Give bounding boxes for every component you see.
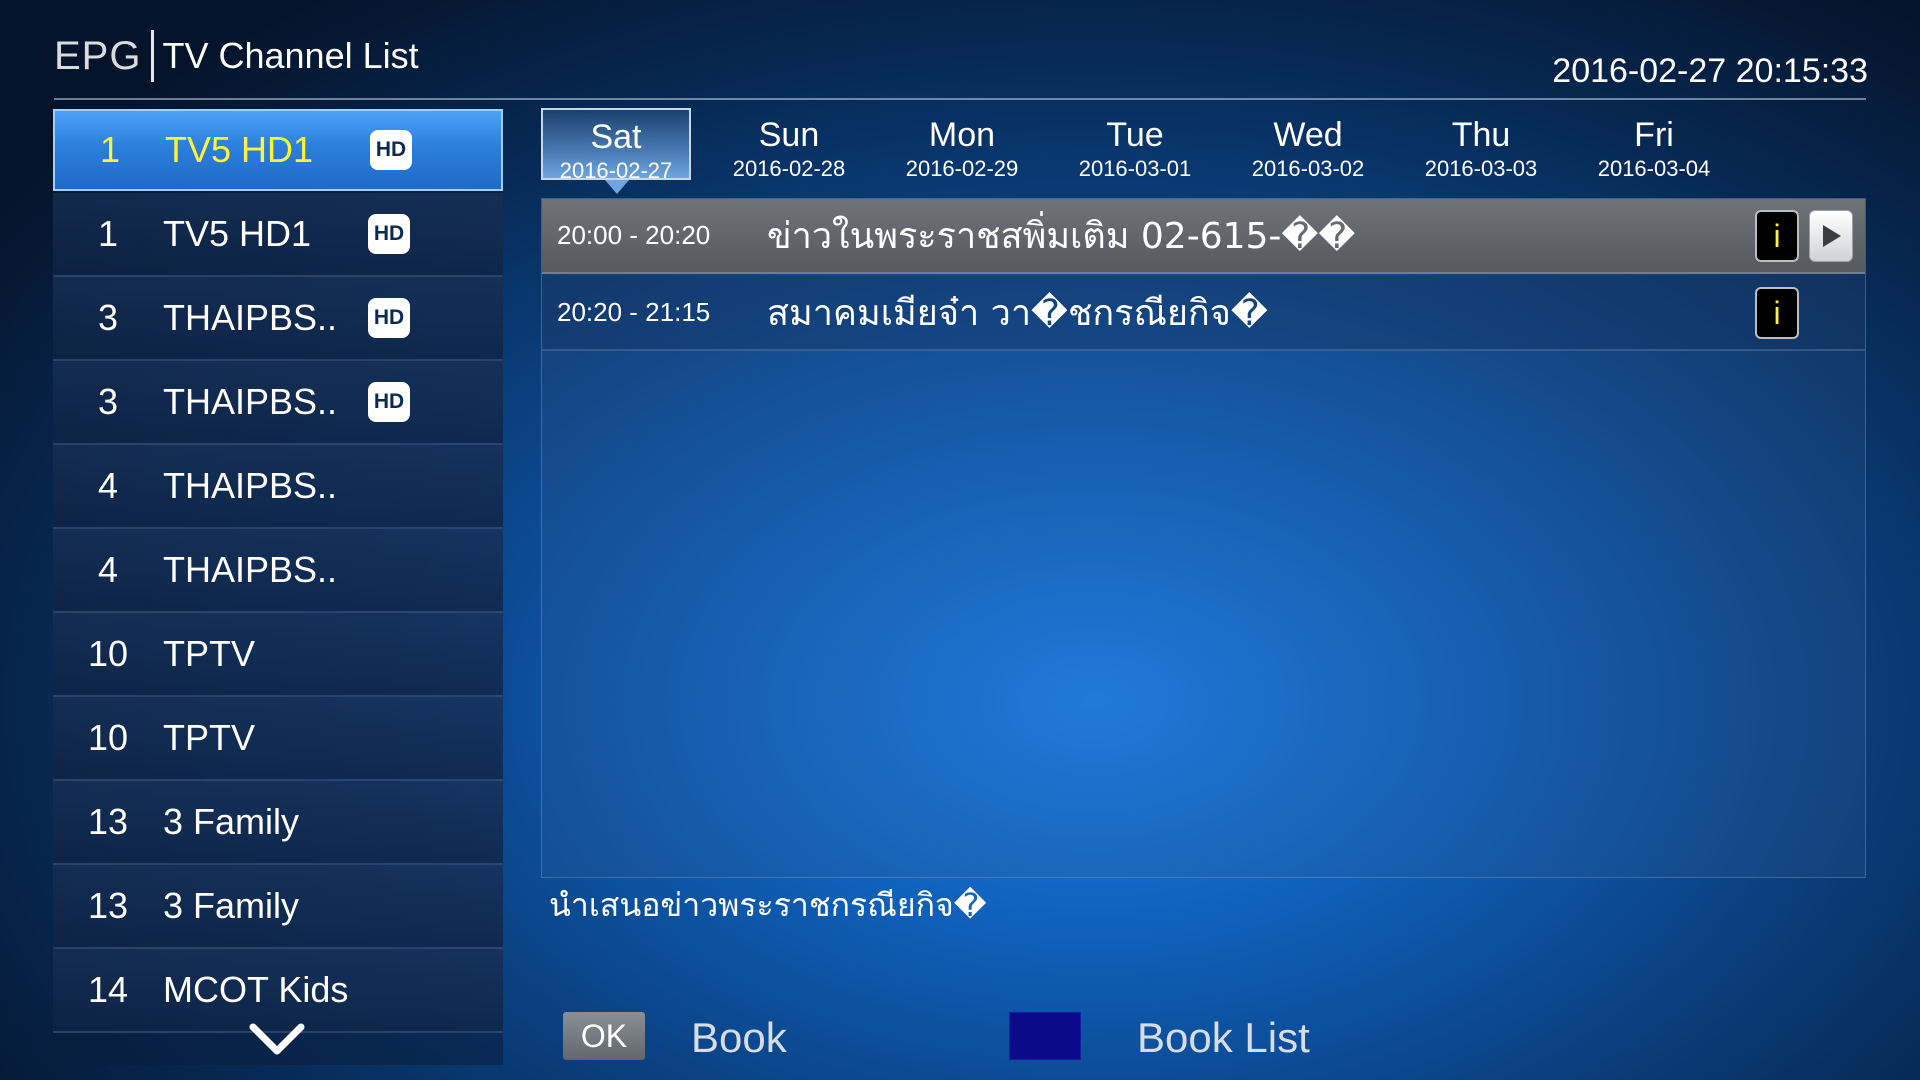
program-row[interactable]: 20:00 - 20:20 ข่าวในพระราชสพิ่มเติม 02-61… [542,199,1865,274]
channel-number: 13 [87,885,129,926]
tab-date-label: 2016-03-04 [1597,156,1711,181]
tab-date-label: 2016-03-03 [1424,156,1538,181]
channel-row[interactable]: 10 TPTV [53,697,503,781]
book-list-label[interactable]: Book List [1137,1012,1310,1064]
channel-number: 14 [87,969,129,1010]
header-divider [54,98,1866,100]
epg-label: EPG [54,33,142,78]
channel-number: 13 [87,801,129,842]
hd-badge-icon: HD [368,214,410,254]
tab-mon[interactable]: Mon 2016-02-29 [887,108,1037,181]
program-list: 20:00 - 20:20 ข่าวในพระราชสพิ่มเติม 02-61… [541,198,1866,878]
program-description: นำเสนอข่าวพระราชกรณียกิจ� [549,886,987,924]
tab-fri[interactable]: Fri 2016-03-04 [1579,108,1729,181]
channel-number: 10 [87,717,129,758]
scroll-down-chevron-icon[interactable] [247,1019,307,1059]
channel-row[interactable]: 3 THAIPBS.. HD [53,277,503,361]
tab-day-label: Tue [1106,116,1164,154]
info-icon[interactable]: i [1755,210,1799,262]
play-icon[interactable] [1809,210,1853,262]
channel-row[interactable]: 13 3 Family [53,865,503,949]
channel-number: 1 [99,129,121,170]
channel-list: 1 TV5 HD1 HD 1 TV5 HD1 HD 3 THAIPBS.. HD 3 THAIPBS… [53,109,503,1065]
channel-name: THAIPBS.. [163,465,338,506]
channel-number: 1 [97,213,119,254]
channel-number: 4 [97,549,119,590]
program-title: สมาคมเมียจ๋า วา�ชกรณียกิจ� [767,293,1268,334]
program-title: ข่าวในพระราชสพิ่มเติม 02-615-�� [767,216,1356,257]
channel-number: 4 [97,465,119,506]
hd-badge-icon: HD [370,130,412,170]
current-datetime: 2016-02-27 20:15:33 [1552,52,1868,90]
hd-badge-icon: HD [368,298,410,338]
tab-sun[interactable]: Sun 2016-02-28 [714,108,864,181]
tab-tue[interactable]: Tue 2016-03-01 [1060,108,1210,181]
program-time: 20:20 - 21:15 [557,297,711,327]
hd-badge-label: HD [373,390,405,413]
hd-badge-label: HD [375,138,407,161]
tab-sat[interactable]: Sat 2016-02-27 [541,108,691,194]
tab-date-label: 2016-02-29 [905,156,1019,181]
channel-name: THAIPBS.. [163,297,338,338]
tab-day-label: Mon [928,116,996,154]
channel-row[interactable]: 4 THAIPBS.. [53,529,503,613]
tab-date-label: 2016-03-01 [1078,156,1192,181]
page-title: TV Channel List [162,35,419,76]
channel-row[interactable]: 13 3 Family [53,781,503,865]
channel-name: 3 Family [163,885,300,926]
hd-badge-label: HD [373,222,405,245]
active-tab-pointer [605,180,629,194]
tab-date-label: 2016-02-28 [732,156,846,181]
ok-key[interactable]: OK [563,1012,645,1060]
channel-number: 3 [97,297,119,338]
channel-name: MCOT Kids [163,969,349,1010]
channel-name: TPTV [163,633,256,674]
tab-day-label: Sat [590,118,642,156]
tab-day-label: Sun [758,116,820,154]
tab-day-label: Thu [1451,116,1511,154]
hd-badge-label: HD [373,306,405,329]
channel-row[interactable]: 3 THAIPBS.. HD [53,361,503,445]
channel-row[interactable]: 1 TV5 HD1 HD [53,193,503,277]
channel-row[interactable]: 4 THAIPBS.. [53,445,503,529]
tab-thu[interactable]: Thu 2016-03-03 [1406,108,1556,181]
title-separator [151,30,155,82]
header: EPG TV Channel List [54,28,419,84]
tab-day-label: Wed [1273,116,1343,154]
hd-badge-icon: HD [368,382,410,422]
info-icon[interactable]: i [1755,287,1799,339]
book-label[interactable]: Book [691,1012,787,1064]
channel-name: THAIPBS.. [163,549,338,590]
channel-name: TV5 HD1 [163,213,312,254]
channel-name: 3 Family [163,801,300,842]
tab-wed[interactable]: Wed 2016-03-02 [1233,108,1383,181]
channel-number: 10 [87,633,129,674]
tab-date-label: 2016-03-02 [1251,156,1365,181]
channel-number: 3 [97,381,119,422]
program-time: 20:00 - 20:20 [557,220,711,250]
blue-key[interactable] [1009,1012,1081,1060]
channel-name: TV5 HD1 [165,129,314,170]
info-icon-glyph: i [1773,217,1781,254]
channel-name: THAIPBS.. [163,381,338,422]
tab-day-label: Fri [1634,116,1674,154]
info-icon-glyph: i [1773,294,1781,331]
channel-name: TPTV [163,717,256,758]
channel-row[interactable]: 1 TV5 HD1 HD [53,109,503,191]
program-row[interactable]: 20:20 - 21:15 สมาคมเมียจ๋า วา�ชกรณียกิจ� i [542,276,1865,351]
date-tabs: Sat 2016-02-27 Sun 2016-02-28 Mon 2016-02-29 T… [541,108,1866,198]
channel-row[interactable]: 10 TPTV [53,613,503,697]
